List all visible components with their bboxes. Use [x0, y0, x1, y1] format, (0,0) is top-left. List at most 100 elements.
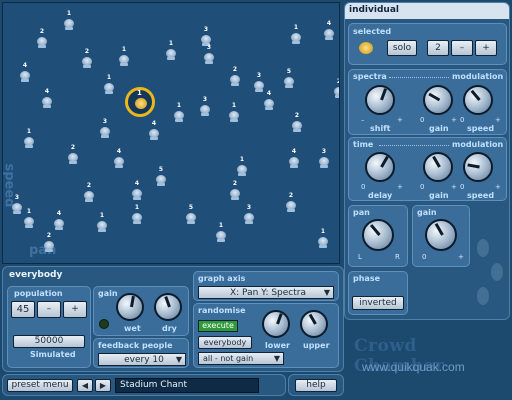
crowd-person[interactable]: 2	[229, 66, 241, 87]
help-button[interactable]: help	[295, 379, 337, 392]
execute-button[interactable]: execute	[198, 320, 238, 332]
crowd-person[interactable]: 2	[83, 182, 95, 203]
selected-person-ring[interactable]: 1	[125, 87, 155, 117]
person-number: 2	[294, 112, 300, 119]
population-minus-button[interactable]: –	[37, 301, 61, 318]
dry-knob[interactable]	[154, 293, 182, 321]
crowd-person[interactable]: 2	[67, 144, 79, 165]
selected-plus-button[interactable]: +	[475, 40, 497, 56]
person-number: 1	[121, 46, 127, 53]
population-plus-button[interactable]: +	[63, 301, 87, 318]
spectra-gain-knob[interactable]	[423, 85, 453, 115]
person-number: 4	[22, 62, 28, 69]
shift-knob[interactable]	[365, 85, 395, 115]
crowd-person[interactable]: 3	[243, 204, 255, 225]
upper-knob[interactable]	[300, 310, 328, 338]
selected-person-number: 1	[137, 89, 142, 97]
randomise-who-button[interactable]: everybody	[198, 336, 252, 349]
crowd-person[interactable]: 1	[23, 128, 35, 149]
crowd-person[interactable]: 1	[165, 40, 177, 61]
crowd-stage[interactable]: speed pan 123142131412352443112341244315…	[2, 2, 340, 264]
crowd-person[interactable]: 1	[215, 222, 227, 243]
preset-next-button[interactable]: ▶	[95, 379, 111, 392]
spectra-speed-knob[interactable]	[463, 85, 493, 115]
spectra-group: spectra modulation – + shift 0 + gain 0 …	[348, 69, 507, 135]
crowd-person[interactable]: 4	[288, 148, 300, 169]
person-number: 1	[293, 24, 299, 31]
person-feet	[201, 113, 209, 116]
crowd-person[interactable]: 4	[263, 90, 275, 111]
crowd-person[interactable]: 1	[103, 74, 115, 95]
graph-axis-select[interactable]: X: Pan Y: Spectra ▼	[198, 286, 334, 299]
crowd-person[interactable]: 2	[285, 192, 297, 213]
crowd-person[interactable]: 1	[236, 156, 248, 177]
crowd-person[interactable]: 3	[11, 194, 23, 215]
everybody-gain-label: gain	[98, 289, 118, 298]
crowd-person[interactable]: 2	[333, 78, 339, 99]
graph-axis-label: graph axis	[198, 274, 246, 283]
crowd-person[interactable]: 3	[318, 148, 330, 169]
crowd-person[interactable]: 4	[41, 88, 53, 109]
person-number: 4	[266, 90, 272, 97]
crowd-person[interactable]: 5	[283, 68, 295, 89]
person-feet	[167, 57, 175, 60]
crowd-person[interactable]: 2	[229, 180, 241, 201]
person-number: 2	[46, 232, 52, 239]
person-number: 2	[39, 28, 45, 35]
preset-prev-button[interactable]: ◀	[77, 379, 93, 392]
person-number: 5	[188, 204, 194, 211]
time-label: time	[353, 140, 374, 149]
crowd-person[interactable]: 3	[203, 44, 215, 65]
phase-inverted-button[interactable]: inverted	[352, 296, 404, 310]
crowd-person[interactable]: 2	[291, 112, 303, 133]
crowd-person[interactable]: 4	[53, 210, 65, 231]
crowd-person[interactable]: 3	[199, 96, 211, 117]
individual-gain-knob[interactable]	[425, 219, 457, 251]
selected-number-field[interactable]: 2	[427, 40, 449, 56]
time-gain-knob[interactable]	[423, 152, 453, 182]
crowd-person[interactable]: 4	[131, 180, 143, 201]
selected-face-icon	[359, 42, 373, 54]
person-feet	[187, 221, 195, 224]
crowd-person[interactable]: 3	[99, 118, 111, 139]
chevron-down-icon: ▼	[175, 355, 182, 364]
crowd-person[interactable]: 4	[323, 20, 335, 41]
solo-button[interactable]: solo	[387, 40, 417, 56]
person-feet	[45, 249, 53, 252]
crowd-person[interactable]: 1	[131, 204, 143, 225]
crowd-person[interactable]: 1	[63, 10, 75, 31]
crowd-person[interactable]: 1	[317, 228, 329, 249]
crowd-person[interactable]: 2	[36, 28, 48, 49]
crowd-person[interactable]: 1	[118, 46, 130, 67]
crowd-person[interactable]: 4	[113, 148, 125, 169]
crowd-person[interactable]: 4	[148, 120, 160, 141]
person-feet	[265, 107, 273, 110]
crowd-person[interactable]: 1	[23, 208, 35, 229]
population-field[interactable]: 45	[11, 301, 35, 318]
crowd-person[interactable]: 5	[185, 204, 197, 225]
delay-knob[interactable]	[365, 152, 395, 182]
crowd-person[interactable]: 2	[43, 232, 55, 253]
crowd-person[interactable]: 1	[228, 102, 240, 123]
randomise-what-select[interactable]: all - not gain ▼	[198, 352, 284, 365]
preset-name-field[interactable]: Stadium Chant	[115, 378, 259, 393]
selected-minus-button[interactable]: –	[451, 40, 473, 56]
crowd-person[interactable]: 1	[96, 212, 108, 233]
person-feet	[105, 91, 113, 94]
time-speed-knob[interactable]	[463, 152, 493, 182]
pan-knob[interactable]	[362, 219, 394, 251]
crowd-person[interactable]: 2	[81, 48, 93, 69]
wet-knob[interactable]	[116, 293, 144, 321]
crowd-person[interactable]: 1	[173, 102, 185, 123]
crowd-person[interactable]: 5	[155, 166, 167, 187]
lower-knob[interactable]	[262, 310, 290, 338]
simulated-count-field[interactable]: 50000	[13, 335, 85, 348]
crowd-person[interactable]: 1	[290, 24, 302, 45]
feedback-people-select[interactable]: every 10 ▼	[98, 353, 186, 366]
preset-menu-button[interactable]: preset menu	[7, 379, 73, 392]
individual-header: individual	[345, 3, 509, 19]
shift-min: –	[361, 116, 365, 124]
crowd-person[interactable]: 4	[19, 62, 31, 83]
randomise-group: randomise execute everybody all - not ga…	[193, 303, 339, 368]
person-feet	[43, 105, 51, 108]
